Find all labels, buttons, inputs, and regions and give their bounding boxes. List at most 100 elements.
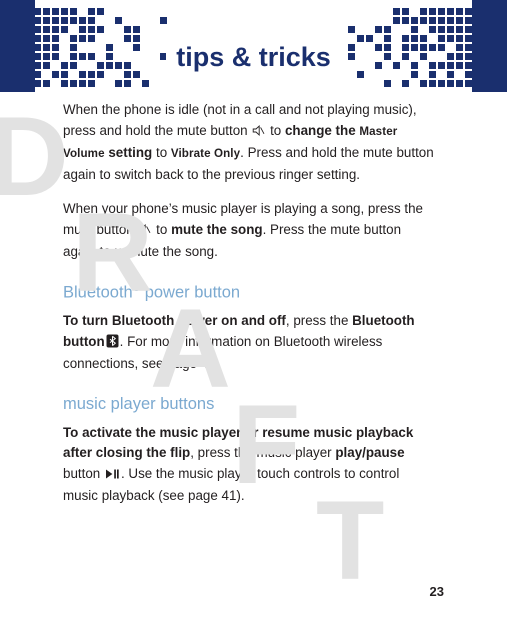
heading-text: Bluetooth: [63, 283, 133, 301]
paragraph-mute-song: When your phone’s music player is playin…: [63, 199, 435, 263]
decorative-dot: [52, 26, 59, 33]
page-content: When the phone is idle (not in a call an…: [63, 100, 435, 521]
text-segment: change the: [285, 123, 359, 138]
decorative-dot: [420, 8, 427, 15]
watermark-letter: D: [0, 92, 69, 221]
mute-icon: [138, 222, 151, 243]
text-segment: to: [152, 145, 171, 160]
decorative-dot: [357, 35, 364, 42]
decorative-dot: [124, 80, 131, 87]
decorative-dot: [447, 17, 454, 24]
decorative-dot: [447, 26, 454, 33]
decorative-dot: [456, 17, 463, 24]
page-header: tips & tricks: [0, 0, 507, 92]
decorative-dot: [411, 17, 418, 24]
decorative-dot: [133, 26, 140, 33]
decorative-dot: [438, 17, 445, 24]
decorative-dot: [43, 80, 50, 87]
decorative-dot: [79, 35, 86, 42]
decorative-dot: [52, 17, 59, 24]
decorative-dot: [61, 26, 68, 33]
decorative-dot: [97, 26, 104, 33]
decorative-dot: [88, 26, 95, 33]
decorative-dot: [402, 80, 409, 87]
decorative-dot: [124, 26, 131, 33]
section-heading-music-player: music player buttons: [63, 395, 435, 414]
decorative-dot: [52, 35, 59, 42]
decorative-dot: [429, 17, 436, 24]
decorative-dot: [447, 80, 454, 87]
decorative-dot: [88, 80, 95, 87]
mute-icon: [252, 123, 265, 144]
text-segment: , press the: [286, 313, 352, 328]
decorative-dot: [429, 80, 436, 87]
decorative-dot: [438, 26, 445, 33]
text-segment: Vibrate Only: [171, 147, 240, 160]
decorative-dot: [88, 35, 95, 42]
paragraph-music-player: To activate the music player or resume m…: [63, 423, 435, 507]
decorative-dot: [97, 8, 104, 15]
decorative-dot: [142, 80, 149, 87]
decorative-dot: [34, 17, 41, 24]
decorative-dot: [34, 26, 41, 33]
page-number: 23: [430, 584, 444, 599]
decorative-dot: [70, 8, 77, 15]
decorative-dot: [115, 80, 122, 87]
bluetooth-icon: [106, 334, 119, 355]
decorative-dot: [61, 17, 68, 24]
heading-text: music player buttons: [63, 395, 214, 413]
paragraph-mute-idle: When the phone is idle (not in a call an…: [63, 100, 435, 185]
decorative-dot: [420, 35, 427, 42]
decorative-dot: [348, 26, 355, 33]
decorative-dot: [88, 17, 95, 24]
decorative-dot: [43, 8, 50, 15]
decorative-dot: [79, 80, 86, 87]
decorative-dot: [429, 26, 436, 33]
decorative-dot: [133, 35, 140, 42]
decorative-dot: [115, 17, 122, 24]
decorative-dot: [79, 17, 86, 24]
text-segment: To turn Bluetooth power on and off: [63, 313, 286, 328]
decorative-dot: [88, 8, 95, 15]
decorative-dot: [420, 17, 427, 24]
decorative-dot: [402, 35, 409, 42]
decorative-dot: [465, 26, 472, 33]
text-segment: button: [63, 466, 104, 481]
decorative-dot: [384, 35, 391, 42]
decorative-dot: [393, 17, 400, 24]
decorative-dot: [465, 80, 472, 87]
decorative-dot: [411, 35, 418, 42]
decorative-dot: [429, 8, 436, 15]
decorative-dot: [402, 17, 409, 24]
decorative-dot: [375, 26, 382, 33]
decorative-dot: [411, 26, 418, 33]
decorative-dot: [160, 17, 167, 24]
decorative-dot: [61, 8, 68, 15]
section-heading-bluetooth: Bluetooth® power button: [63, 283, 435, 303]
play-pause-icon: [105, 466, 120, 487]
decorative-dot: [384, 26, 391, 33]
heading-text: power button: [140, 283, 240, 301]
decorative-dot: [34, 80, 41, 87]
decorative-dot: [79, 26, 86, 33]
text-segment: to: [266, 123, 285, 138]
decorative-dot: [438, 35, 445, 42]
decorative-dot: [366, 35, 373, 42]
decorative-dot: [456, 26, 463, 33]
decorative-dot: [447, 8, 454, 15]
decorative-dot: [402, 8, 409, 15]
text-segment: setting: [105, 145, 153, 160]
decorative-dot: [420, 80, 427, 87]
text-segment: , press the music player: [190, 445, 335, 460]
decorative-dot: [124, 35, 131, 42]
decorative-dot: [70, 17, 77, 24]
decorative-dot: [52, 8, 59, 15]
decorative-dot: [70, 80, 77, 87]
decorative-dot: [465, 8, 472, 15]
decorative-dot: [447, 35, 454, 42]
decorative-dot: [456, 80, 463, 87]
decorative-dot: [34, 35, 41, 42]
decorative-dot: [465, 35, 472, 42]
text-segment: play/pause: [335, 445, 404, 460]
decorative-dot: [34, 8, 41, 15]
